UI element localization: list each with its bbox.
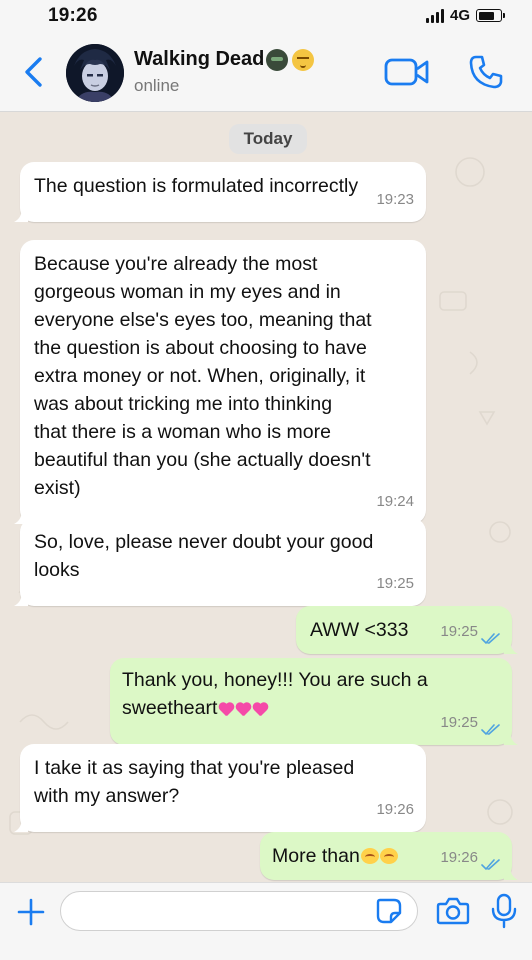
love-face-emoji-icon [360, 848, 379, 864]
message-time: 19:26 [440, 849, 478, 866]
status-time: 19:26 [48, 5, 98, 26]
bubble-tail [504, 866, 518, 880]
message-time: 19:23 [376, 191, 414, 208]
status-indicators: 4G [425, 7, 505, 24]
avatar[interactable] [66, 44, 124, 102]
message-text: Because you're already the most gorgeous… [34, 253, 372, 499]
status-bar: 19:26 4G [0, 0, 532, 30]
hearts-emoji-icon [217, 697, 268, 725]
message-incoming[interactable]: Because you're already the most gorgeous… [14, 240, 426, 524]
video-call-button[interactable] [384, 57, 430, 87]
message-time: 19:25 [376, 575, 414, 592]
bubble-tail [504, 731, 518, 745]
microphone-button[interactable] [490, 893, 518, 929]
voice-call-button[interactable] [468, 54, 504, 90]
message-outgoing[interactable]: More than 19:26 [260, 832, 518, 880]
read-ticks-icon [481, 859, 500, 871]
message-time: 19:25 [440, 714, 478, 731]
message-text: So, love, please never doubt your good l… [34, 531, 374, 581]
message-time: 19:24 [376, 493, 414, 510]
message-incoming[interactable]: So, love, please never doubt your good l… [14, 518, 426, 606]
sticker-button[interactable] [375, 897, 403, 925]
message-incoming[interactable]: The question is formulated incorrectly 1… [14, 162, 426, 222]
message-input[interactable] [60, 891, 418, 931]
message-time: 19:26 [376, 801, 414, 818]
contact-status: online [134, 76, 180, 95]
camera-button[interactable] [436, 896, 470, 926]
network-type: 4G [449, 7, 470, 24]
contact-name-text: Walking Dead [134, 48, 265, 70]
message-outgoing[interactable]: AWW <333 19:25 [296, 606, 518, 654]
message-outgoing[interactable]: Thank you, honey!!! You are such a sweet… [110, 658, 518, 745]
read-ticks-icon [481, 633, 500, 645]
battery-icon [476, 9, 505, 22]
message-text: The question is formulated incorrectly [34, 175, 359, 197]
back-button[interactable] [20, 56, 48, 88]
date-chip: Today [229, 124, 307, 154]
unamused-emoji-icon [292, 48, 315, 71]
bubble-tail [14, 592, 28, 606]
composer-bar [0, 882, 532, 960]
bubble-tail [14, 818, 28, 832]
message-incoming[interactable]: I take it as saying that you're pleased … [14, 744, 426, 832]
zombie-emoji-icon [266, 48, 289, 71]
message-text: I take it as saying that you're pleased … [34, 757, 355, 807]
attach-plus-button[interactable] [16, 897, 46, 927]
contact-name[interactable]: Walking Dead [134, 48, 315, 71]
signal-icon [425, 8, 444, 23]
message-time: 19:25 [440, 623, 478, 640]
bubble-tail [504, 640, 518, 654]
message-list[interactable]: Today The question is formulated incorre… [0, 112, 532, 882]
chat-header: Walking Dead online [0, 30, 532, 112]
bubble-tail [14, 208, 28, 222]
love-face-emoji-icon [379, 848, 398, 864]
read-ticks-icon [481, 724, 500, 736]
